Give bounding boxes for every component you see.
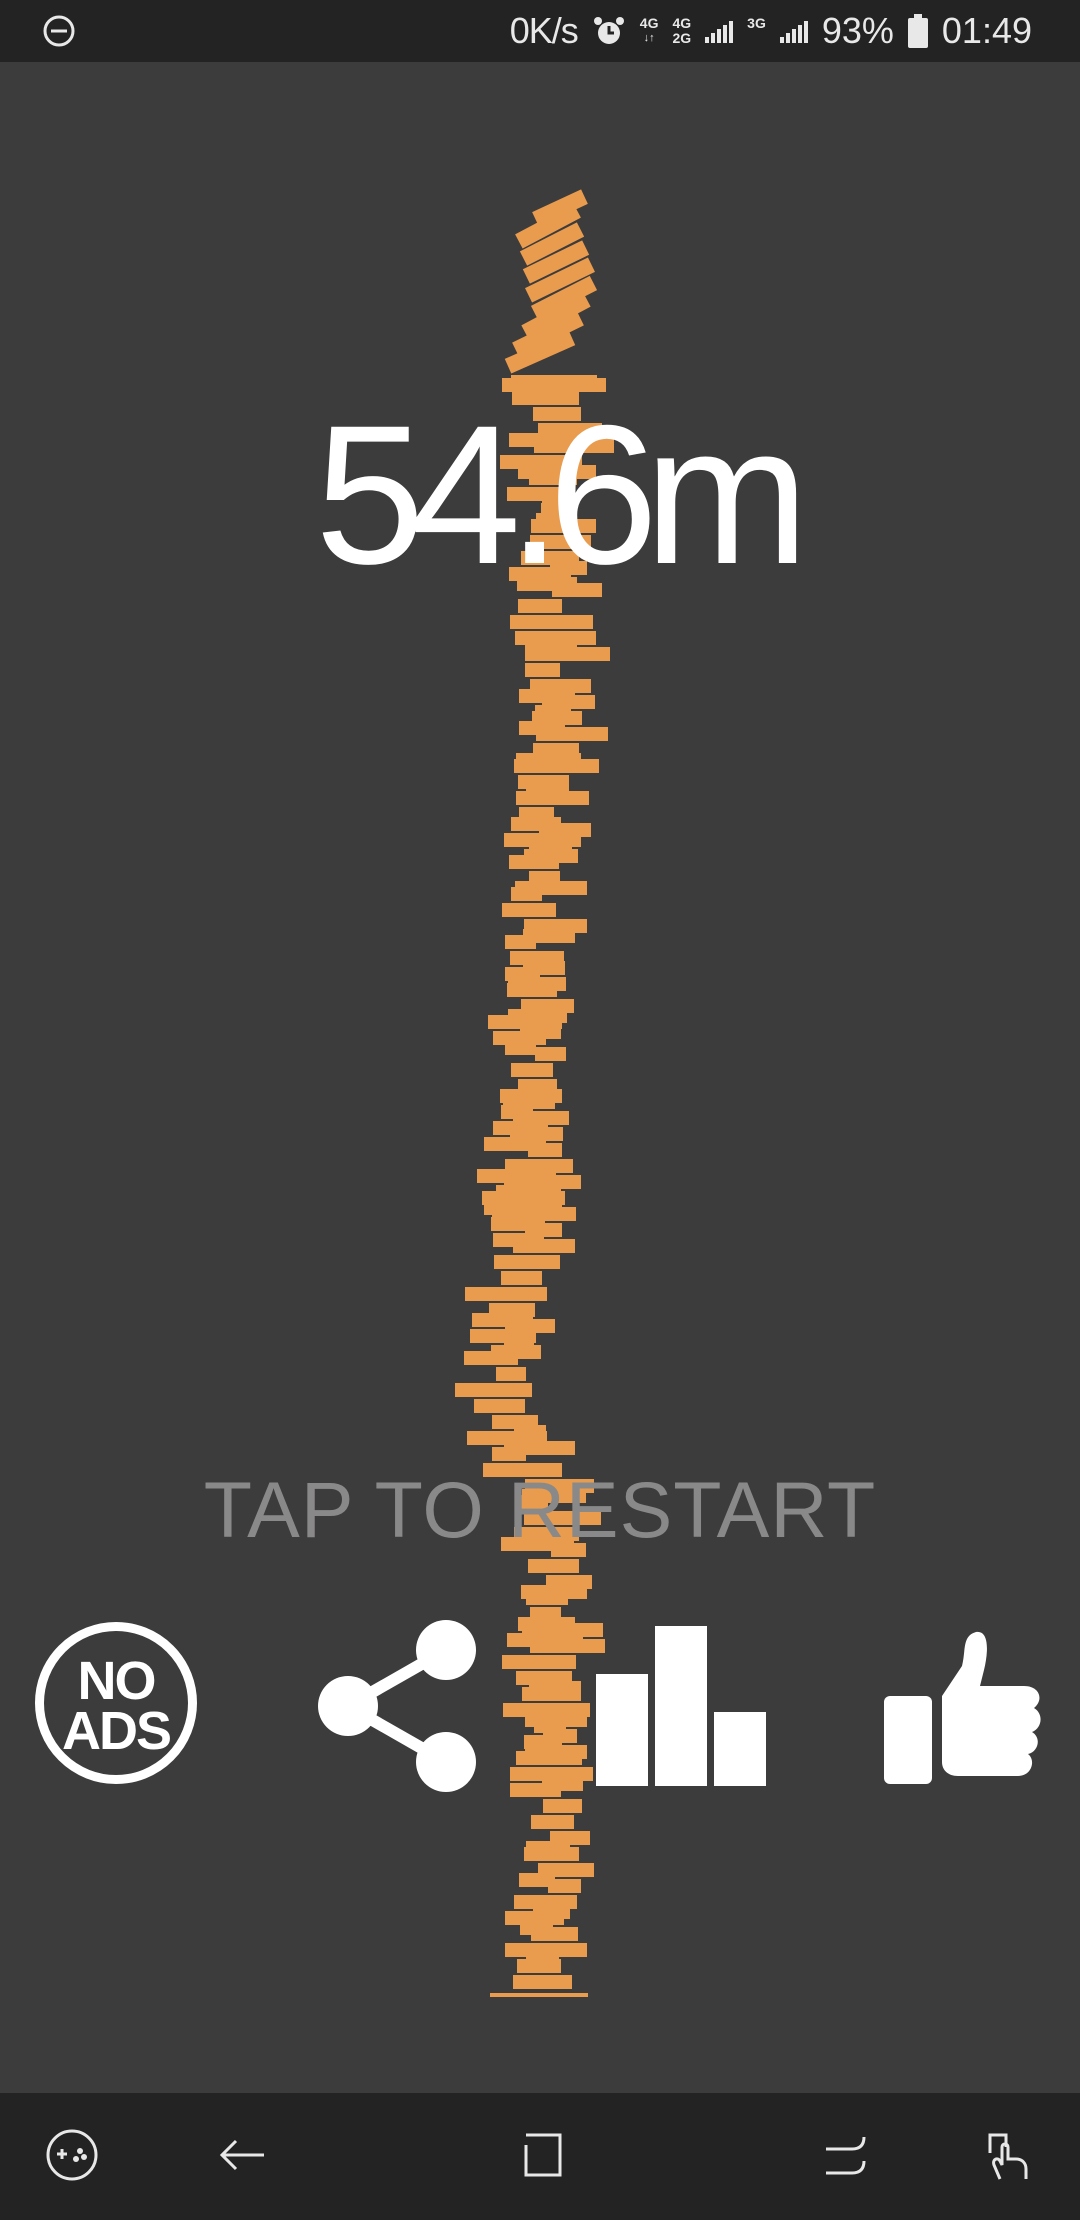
tower-block [524,919,587,933]
tower-block [505,1159,573,1173]
leaderboard-icon[interactable] [596,1626,766,1786]
tower-block [510,1767,593,1781]
tower-block [530,1607,561,1621]
recents-icon[interactable] [816,2125,876,2185]
tower-block [489,1303,535,1317]
tower-block [502,1655,576,1669]
home-icon[interactable] [512,2125,572,2185]
tower-block [521,999,574,1013]
block-tower [455,189,614,1997]
tower-block [510,951,564,965]
tower-block [455,1383,532,1397]
tower-block [501,1271,542,1285]
tower-block [535,1047,566,1061]
navigation-bar [0,2093,1080,2220]
tower-block [525,663,560,677]
game-tools-icon[interactable] [42,2125,102,2185]
no-ads-line-1: NO [77,1651,157,1711]
tower-block [528,1559,579,1573]
tower-block [513,1975,572,1989]
share-icon[interactable] [318,1620,478,1792]
tower-block [511,1063,553,1077]
tower-block [531,1815,574,1829]
tower-block [546,1575,592,1589]
tower-block [502,903,556,917]
tower-block [538,1863,594,1877]
tower-block [516,1671,572,1685]
score-label: 54.6m [314,384,809,605]
tower-block [519,807,554,821]
tower-block [533,743,579,757]
back-icon[interactable] [212,2125,272,2185]
assistant-gesture-icon[interactable] [978,2125,1038,2185]
tower-block [496,1367,526,1381]
tower-block [490,1993,588,1997]
tower-block [503,1703,590,1717]
tower-block [529,871,560,885]
tower-block [514,1895,577,1909]
tower-block [543,1799,582,1813]
tower-block [515,631,596,645]
thumbs-up-icon[interactable] [884,1630,1042,1784]
tower-block [510,615,593,629]
tower-block [518,775,569,789]
tower-block [550,1831,590,1845]
tower-block [505,1943,587,1957]
tower-block [474,1399,525,1413]
tower-block [492,1415,538,1429]
no-ads-line-2: ADS [61,1701,172,1761]
no-ads-button[interactable]: NO ADS [35,1622,197,1784]
tap-to-restart-label[interactable]: TAP TO RESTART [0,1465,1080,1555]
tower-block [518,1079,557,1093]
tower-block [494,1255,560,1269]
tower-block [465,1287,547,1301]
tower-block [530,679,591,693]
